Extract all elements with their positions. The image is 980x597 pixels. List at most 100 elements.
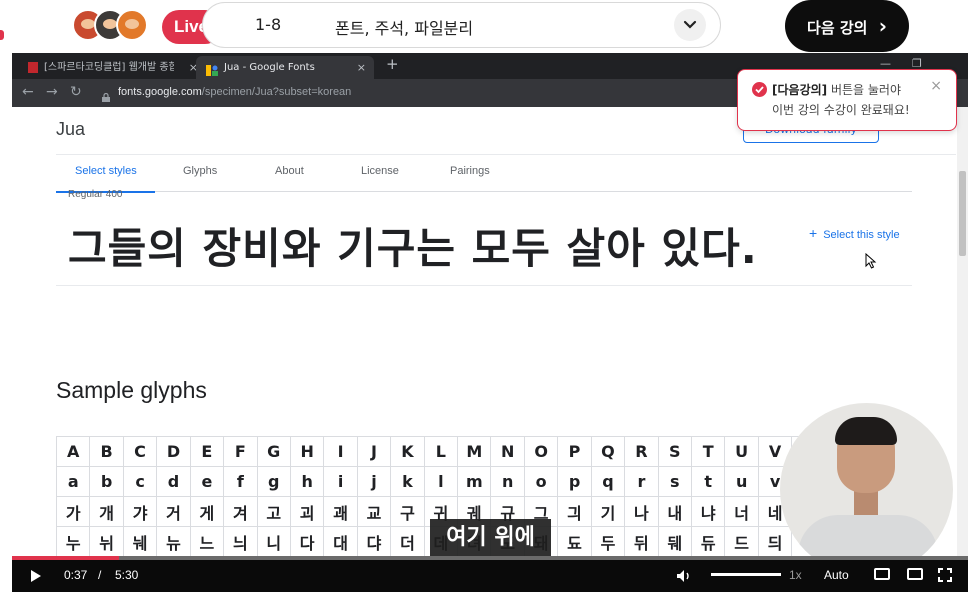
avatar [116,9,148,41]
scrollbar-thumb[interactable] [959,171,966,256]
close-icon[interactable]: × [930,78,942,94]
glyph-cell: 뉴 [156,526,191,557]
glyph-cell: K [390,436,425,467]
reload-icon[interactable]: ↻ [70,84,82,100]
select-this-style-button[interactable]: + Select this style [809,225,900,241]
glyph-cell: 눼 [122,526,158,557]
picture-in-picture-icon[interactable] [907,568,923,580]
url-field[interactable]: fonts.google.com/specimen/Jua?subset=kor… [118,86,351,98]
glyph-cell: J [356,436,392,467]
new-tab-icon[interactable]: + [386,55,399,73]
page-scrollbar[interactable] [957,107,968,557]
glyph-cell: p [557,466,592,497]
next-lecture-button[interactable]: 다음 강의 › [785,0,909,52]
browser-tab[interactable]: [스파르타코딩클럽] 웹개발 종합 × [20,56,200,79]
glyph-cell: 듀 [691,526,726,557]
glyph-cell: 괴 [289,496,325,527]
back-arrow-icon[interactable]: ← [22,84,34,100]
bookmark-icon [28,62,38,73]
glyph-cell: P [557,436,592,467]
glyph-cell: d [156,466,191,497]
glyph-cell: f [223,466,258,497]
lecture-top-bar: Live 1-8 폰트, 주석, 파일분리 다음 강의 › [0,0,980,52]
lecture-title: 폰트, 주석, 파일분리 [335,19,474,38]
glyph-cell: D [156,436,191,467]
volume-slider[interactable] [711,573,781,576]
participant-avatars [72,9,152,43]
glyph-cell: 겨 [223,496,258,527]
glyph-cell: u [724,466,759,497]
lecture-selector[interactable]: 1-8 폰트, 주석, 파일분리 [202,2,721,48]
side-marker [0,30,4,40]
tab-glyphs[interactable]: Glyphs [183,165,217,177]
glyph-cell: 긔 [557,496,592,527]
glyph-cell: l [423,466,459,497]
fullscreen-icon[interactable] [938,567,952,586]
glyph-cell: h [289,466,325,497]
tab-license[interactable]: License [361,165,399,177]
current-time: 0:37 [64,568,88,582]
time-separator: / [98,568,102,582]
glyph-cell: C [122,436,158,467]
chevron-down-icon[interactable] [674,9,706,41]
forward-arrow-icon[interactable]: → [46,84,58,100]
glyph-cell: G [256,436,291,467]
glyph-cell: q [590,466,626,497]
glyph-cell: 더 [390,526,425,557]
glyph-cell: O [523,436,559,467]
check-circle-icon [752,82,767,97]
specimen-tabs: Select styles Glyphs About License Pairi… [56,155,912,193]
close-icon[interactable]: × [357,56,366,79]
style-name: Regular 400 [68,189,123,200]
google-fonts-icon [206,62,218,76]
glyph-cell: a [55,466,91,497]
tab-select-styles[interactable]: Select styles [75,165,137,177]
glyph-cell: N [490,436,525,467]
glyph-cell: 개 [89,496,124,527]
glyph-cell: r [624,466,659,497]
glyph-cell: M [457,436,492,467]
sample-glyphs-heading: Sample glyphs [56,377,207,403]
video-controls: 0:37 / 5:30 1x Auto [12,560,968,592]
glyph-cell: 나 [624,496,659,527]
url-host: fonts.google.com [118,86,202,98]
subtitle-caption: 여기 위에 [430,519,551,557]
quality-selector[interactable]: Auto [824,568,849,582]
glyph-cell: T [691,436,726,467]
glyph-cell: 교 [356,496,392,527]
tab-title: Jua - Google Fonts [224,62,315,73]
toast-bold-text: [다음강의] [772,83,828,97]
volume-icon[interactable] [676,568,692,587]
glyph-cell: A [55,436,91,467]
browser-tab-active[interactable]: Jua - Google Fonts × [196,56,374,79]
mouse-cursor-icon [865,252,877,273]
glyph-cell: k [390,466,425,497]
glyph-cell: 드 [724,526,759,557]
glyph-cell: m [457,466,492,497]
captions-icon[interactable] [874,568,890,580]
glyph-cell: 거 [156,496,191,527]
glyph-cell: 뒤 [624,526,659,557]
toast-line1: 버튼을 눌러야 [827,83,902,97]
divider [56,285,912,286]
chevron-right-icon: › [878,14,887,38]
glyph-cell: g [256,466,291,497]
glyph-cell: 너 [724,496,759,527]
lock-icon [102,87,110,102]
lecture-number: 1-8 [255,15,282,34]
glyph-cell: 누 [55,526,91,557]
tab-about[interactable]: About [275,165,304,177]
glyph-cell: n [490,466,525,497]
glyph-cell: s [657,466,693,497]
tab-pairings[interactable]: Pairings [450,165,490,177]
duration: 5:30 [115,568,139,582]
glyph-cell: E [189,436,225,467]
glyph-cell: 구 [390,496,425,527]
report-flag-icon[interactable] [22,541,36,553]
glyph-cell: e [189,466,225,497]
plus-icon: + [809,225,818,241]
glyph-cell: F [223,436,258,467]
play-icon[interactable] [30,568,42,587]
glyph-cell: 가 [55,496,91,527]
playback-speed[interactable]: 1x [789,568,802,582]
